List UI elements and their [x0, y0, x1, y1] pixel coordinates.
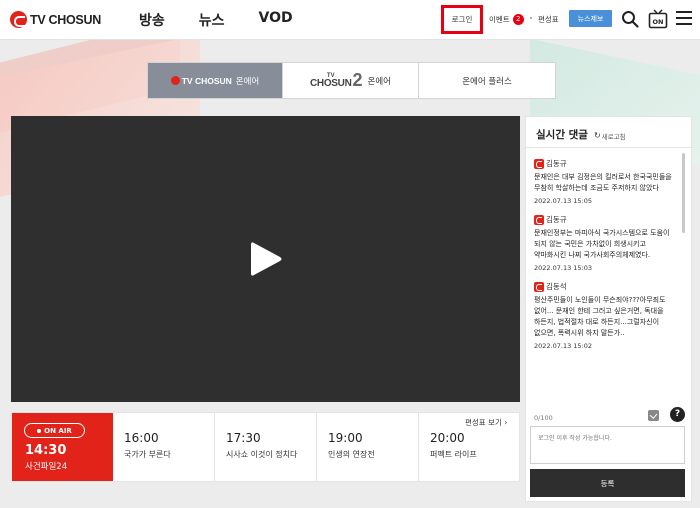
onair-now[interactable]: ON AIR 14:30 사건파일24 [12, 413, 113, 481]
comment-username: 김동규 [546, 215, 567, 224]
tab-tvchosun-onair[interactable]: TV CHOSUN 온에어 [148, 63, 283, 98]
onair-badge: ON AIR [24, 423, 85, 438]
event-count-badge: 2 [512, 14, 524, 25]
comments-title: 실시간 댓글 [536, 129, 588, 141]
slot-title: 인생의 연장전 [328, 450, 375, 459]
checkbox-icon[interactable] [648, 410, 659, 421]
nav-item-news[interactable]: 뉴스 [199, 10, 225, 30]
user-logo-icon [534, 281, 544, 292]
comment-date: 2022.07.13 15:03 [534, 264, 593, 272]
comment-text: 문재인정부는 마피아식 국가시스템으로 도움이 되지 않는 국민은 가차없이 희… [534, 229, 670, 259]
tab-logo-text: TV CHOSUN [181, 75, 232, 86]
comment-item: 김동규 문재인은 대부 김정은의 킬러로서 한국국민들을 무참히 학살하는데 조… [534, 158, 678, 205]
schedule-slot[interactable]: 17:30 시사쇼 이것이 정치다 [215, 413, 317, 481]
live-dot-icon [37, 428, 42, 433]
help-icon[interactable]: ? [670, 407, 685, 422]
refresh-label: 새로고침 [601, 132, 626, 141]
nav-item-vod[interactable]: VOD [259, 10, 293, 30]
comment-item: 김동규 문재인정부는 마피아식 국가시스템으로 도움이 되지 않는 국민은 가차… [534, 214, 678, 272]
slot-time: 20:00 [430, 431, 465, 445]
channel-tabs: TV CHOSUN 온에어 TV CHOSUN 2 온에어 온에어 플러스 [147, 62, 556, 99]
tv-icon-text: ON [653, 18, 664, 26]
onair-badge-label: ON AIR [44, 426, 72, 435]
tvchosun-mark-icon [170, 76, 180, 85]
comment-user: 김동규 [534, 158, 678, 169]
slot-time: 19:00 [328, 431, 363, 445]
comment-username: 김동규 [546, 159, 567, 168]
play-icon[interactable] [249, 240, 283, 278]
user-logo-icon [534, 158, 544, 169]
slot-title: 퍼펙트 라이프 [430, 450, 477, 459]
comment-text: 문재인은 대부 김정은의 킬러로서 한국국민들을 무참히 학살하는데 조금도 주… [534, 173, 672, 192]
search-icon[interactable] [621, 10, 639, 28]
comment-list[interactable]: 김동규 문재인은 대부 김정은의 킬러로서 한국국민들을 무참히 학살하는데 조… [534, 158, 678, 359]
video-player[interactable] [11, 116, 520, 402]
live-comments-panel: 실시간 댓글 ↻ 새로고침 김동규 문재인은 대부 김정은의 킬러로서 한국국민… [525, 116, 692, 502]
refresh-icon: ↻ [593, 131, 601, 140]
user-logo-icon [534, 214, 544, 225]
slot-title: 시사쇼 이것이 정치다 [226, 450, 298, 459]
separator-dot [530, 17, 532, 19]
tab-label: 온에어 [235, 76, 260, 87]
slot-time: 17:30 [226, 431, 261, 445]
nav-item-broadcast[interactable]: 방송 [139, 10, 165, 30]
news-report-button[interactable]: 뉴스제보 [569, 10, 612, 27]
comments-scrollbar[interactable] [682, 153, 685, 233]
tv2-logo-main: CHOSUN [309, 77, 352, 89]
tab-label: 온에어 [367, 76, 392, 87]
char-count: 0/100 [534, 414, 553, 422]
chevron-right-icon: › [504, 418, 508, 427]
view-schedule-label: 편성표 보기 [465, 418, 502, 427]
logo-text: TV CHOSUN [30, 12, 101, 27]
event-link[interactable]: 이벤트 2 [489, 14, 524, 25]
main-nav: 방송 뉴스 VOD [139, 10, 327, 30]
comment-user: 김동석 [534, 281, 678, 292]
comment-item: 김동석 평산주민들이 노인들이 무슨죄야???아무죄도 없어... 문재인 한테… [534, 281, 678, 350]
onair-program-title: 사건파일24 [25, 462, 68, 472]
broadcast-schedule: ON AIR 14:30 사건파일24 16:00 국가가 부른다 17:30 … [11, 412, 520, 482]
onair-time: 14:30 [25, 443, 67, 458]
tab-tvchosun2-logo: TV CHOSUN 2 [310, 70, 363, 91]
comment-date: 2022.07.13 15:02 [534, 342, 593, 350]
slot-time: 16:00 [124, 431, 159, 445]
tab-tvchosun2-onair[interactable]: TV CHOSUN 2 온에어 [283, 63, 419, 98]
site-header: TV CHOSUN 방송 뉴스 VOD 로그인 이벤트 2 편성표 뉴스제보 O… [0, 0, 700, 40]
tvchosun-logo-icon [10, 11, 27, 28]
comment-text: 평산주민들이 노인들이 무슨죄야???아무죄도 없어... 문재인 한테 그러고… [534, 296, 666, 337]
divider [526, 147, 691, 148]
comments-header: 실시간 댓글 ↻ 새로고침 [536, 127, 626, 142]
comment-date: 2022.07.13 15:05 [534, 197, 593, 205]
schedule-slot[interactable]: 19:00 인생의 연장전 [317, 413, 419, 481]
comment-username: 김동석 [546, 282, 567, 291]
view-schedule-link[interactable]: 편성표 보기 › [465, 417, 507, 428]
tab-tvchosun-logo: TV CHOSUN [170, 75, 232, 86]
refresh-button[interactable]: ↻ 새로고침 [594, 131, 626, 141]
event-label: 이벤트 [489, 15, 510, 24]
tv2-logo-number: 2 [352, 70, 363, 90]
schedule-slot[interactable]: 16:00 국가가 부른다 [113, 413, 215, 481]
tvchosun-logo[interactable]: TV CHOSUN [10, 11, 101, 28]
slot-title: 국가가 부른다 [124, 450, 171, 459]
submit-comment-button[interactable]: 등록 [530, 469, 685, 497]
tab-onair-plus[interactable]: 온에어 플러스 [419, 63, 555, 98]
tv-on-icon[interactable]: ON [648, 9, 668, 29]
comment-user: 김동규 [534, 214, 678, 225]
comment-input[interactable] [530, 426, 685, 464]
hamburger-menu-icon[interactable] [676, 11, 692, 25]
schedule-link[interactable]: 편성표 [538, 14, 559, 25]
login-button[interactable]: 로그인 [441, 5, 483, 34]
